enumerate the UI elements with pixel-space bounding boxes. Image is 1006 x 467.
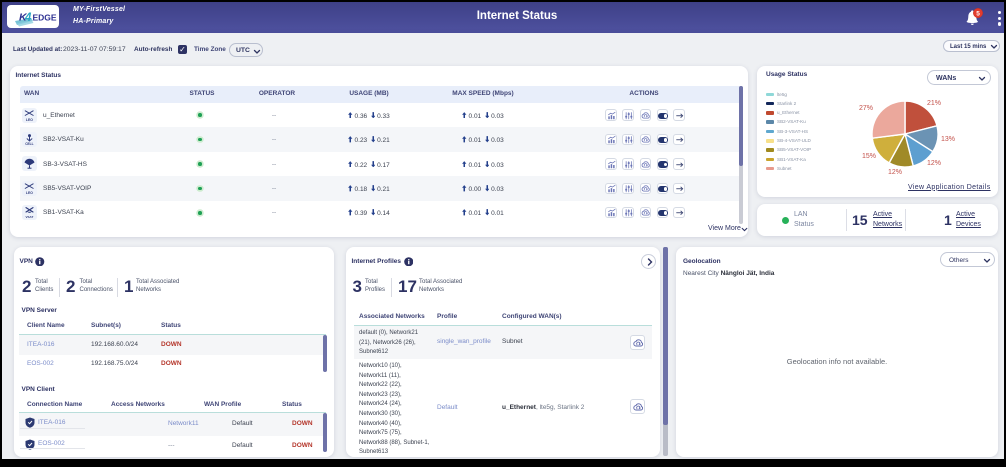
svg-text:5: 5	[976, 10, 980, 17]
svg-text:LEO: LEO	[26, 191, 33, 195]
svg-text:VSAT: VSAT	[26, 215, 34, 219]
svg-text:LEO: LEO	[26, 118, 33, 122]
svg-text:CELL: CELL	[25, 142, 33, 146]
